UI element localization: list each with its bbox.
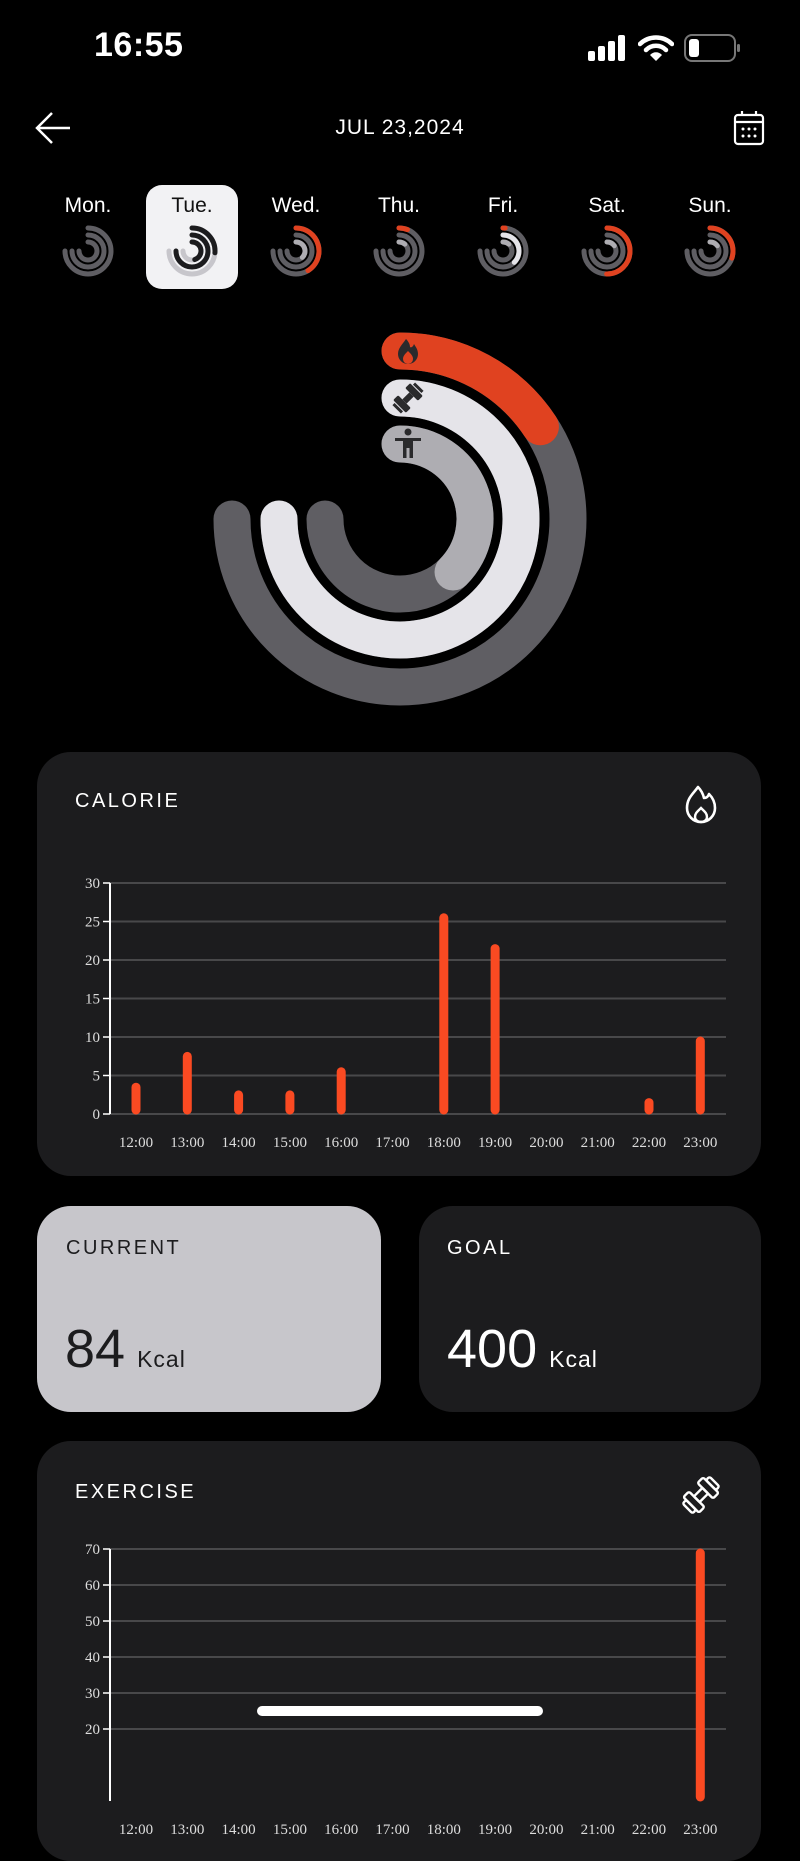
status-time: 16:55 bbox=[94, 26, 183, 65]
day-rings-icon bbox=[269, 224, 323, 278]
y-tick-label: 50 bbox=[85, 1614, 100, 1630]
x-tick-label: 20:00 bbox=[529, 1822, 563, 1838]
x-tick-label: 21:00 bbox=[581, 1135, 615, 1151]
y-tick-label: 40 bbox=[85, 1650, 100, 1666]
calendar-button[interactable] bbox=[733, 110, 765, 151]
day-ring-progress bbox=[399, 242, 405, 244]
x-tick-label: 16:00 bbox=[324, 1135, 358, 1151]
x-tick-label: 18:00 bbox=[427, 1135, 461, 1151]
day-ring-progress bbox=[607, 242, 614, 246]
day-thu[interactable]: Thu. bbox=[353, 185, 445, 289]
x-tick-label: 23:00 bbox=[683, 1135, 717, 1151]
day-sun[interactable]: Sun. bbox=[664, 185, 756, 289]
day-rings-icon bbox=[165, 224, 219, 278]
day-rings-icon bbox=[476, 224, 530, 278]
y-tick-label: 60 bbox=[85, 1578, 100, 1594]
x-tick-label: 18:00 bbox=[427, 1822, 461, 1838]
wifi-icon bbox=[638, 34, 674, 62]
day-ring-track bbox=[79, 242, 97, 260]
goal-unit: Kcal bbox=[549, 1346, 598, 1373]
day-ring-progress bbox=[503, 242, 509, 244]
goal-card[interactable]: GOAL 400 Kcal bbox=[419, 1206, 761, 1412]
day-rings-icon bbox=[580, 224, 634, 278]
day-label: Fri. bbox=[457, 194, 549, 218]
calorie-card: CALORIE 05101520253012:0013:0014:0015:00… bbox=[37, 752, 761, 1176]
x-tick-label: 21:00 bbox=[581, 1822, 615, 1838]
x-tick-label: 17:00 bbox=[375, 1822, 409, 1838]
y-tick-label: 20 bbox=[85, 1722, 100, 1738]
day-rings-icon bbox=[372, 224, 426, 278]
y-tick-label: 15 bbox=[85, 992, 100, 1008]
y-tick-label: 30 bbox=[85, 1686, 100, 1702]
home-indicator[interactable] bbox=[257, 1706, 543, 1716]
y-tick-label: 5 bbox=[93, 1069, 101, 1085]
y-tick-label: 25 bbox=[85, 915, 100, 931]
day-mon[interactable]: Mon. bbox=[42, 185, 134, 289]
day-ring-progress bbox=[192, 242, 201, 260]
day-ring-progress bbox=[710, 242, 717, 246]
y-tick-label: 10 bbox=[85, 1030, 100, 1046]
x-tick-label: 19:00 bbox=[478, 1135, 512, 1151]
day-label: Tue. bbox=[146, 194, 238, 218]
current-unit: Kcal bbox=[137, 1346, 186, 1373]
day-label: Thu. bbox=[353, 194, 445, 218]
y-tick-label: 0 bbox=[93, 1107, 101, 1123]
x-tick-label: 22:00 bbox=[632, 1822, 666, 1838]
day-ring-progress bbox=[296, 242, 305, 257]
x-tick-label: 16:00 bbox=[324, 1822, 358, 1838]
x-tick-label: 15:00 bbox=[273, 1135, 307, 1151]
calendar-icon bbox=[733, 110, 765, 146]
x-tick-label: 14:00 bbox=[222, 1822, 256, 1838]
day-ring-progress bbox=[399, 228, 407, 230]
cellular-signal-icon bbox=[588, 35, 628, 61]
x-tick-label: 12:00 bbox=[119, 1822, 153, 1838]
day-label: Sat. bbox=[561, 194, 653, 218]
y-tick-label: 20 bbox=[85, 953, 100, 969]
day-label: Wed. bbox=[250, 194, 342, 218]
goal-label: GOAL bbox=[447, 1237, 513, 1260]
x-tick-label: 19:00 bbox=[478, 1822, 512, 1838]
x-tick-label: 15:00 bbox=[273, 1822, 307, 1838]
x-tick-label: 23:00 bbox=[683, 1822, 717, 1838]
activity-rings bbox=[0, 300, 800, 720]
stand-ring-progress bbox=[400, 444, 475, 572]
x-tick-label: 13:00 bbox=[170, 1822, 204, 1838]
x-tick-label: 22:00 bbox=[632, 1135, 666, 1151]
day-rings-icon bbox=[683, 224, 737, 278]
day-fri[interactable]: Fri. bbox=[457, 185, 549, 289]
day-label: Mon. bbox=[42, 194, 134, 218]
y-tick-label: 30 bbox=[85, 876, 100, 892]
x-tick-label: 17:00 bbox=[375, 1135, 409, 1151]
exercise-card: EXERCISE 20304050607012:0013:0014:0015:0… bbox=[37, 1441, 761, 1861]
x-tick-label: 20:00 bbox=[529, 1135, 563, 1151]
day-sat[interactable]: Sat. bbox=[561, 185, 653, 289]
day-rings-icon bbox=[61, 224, 115, 278]
current-value: 84 bbox=[65, 1318, 125, 1380]
day-wed[interactable]: Wed. bbox=[250, 185, 342, 289]
y-tick-label: 70 bbox=[85, 1542, 100, 1558]
day-tue[interactable]: Tue. bbox=[146, 185, 238, 289]
x-tick-label: 14:00 bbox=[222, 1135, 256, 1151]
status-icons bbox=[588, 34, 742, 62]
current-label: CURRENT bbox=[66, 1237, 181, 1260]
day-label: Sun. bbox=[664, 194, 756, 218]
goal-value: 400 bbox=[447, 1318, 537, 1380]
current-card: CURRENT 84 Kcal bbox=[37, 1206, 381, 1412]
battery-low-icon bbox=[684, 34, 742, 62]
exercise-chart: 20 30 40 50 60 70 12:00 13:00 14:00 15:00 16:00 17:… bbox=[37, 1441, 761, 1861]
calorie-chart: 0 5 10 15 20 25 30 12:00 13:00 14:00 15:00 16:00 17:… bbox=[37, 752, 761, 1176]
page-title: JUL 23,2024 bbox=[0, 116, 800, 140]
x-tick-label: 12:00 bbox=[119, 1135, 153, 1151]
x-tick-label: 13:00 bbox=[170, 1135, 204, 1151]
